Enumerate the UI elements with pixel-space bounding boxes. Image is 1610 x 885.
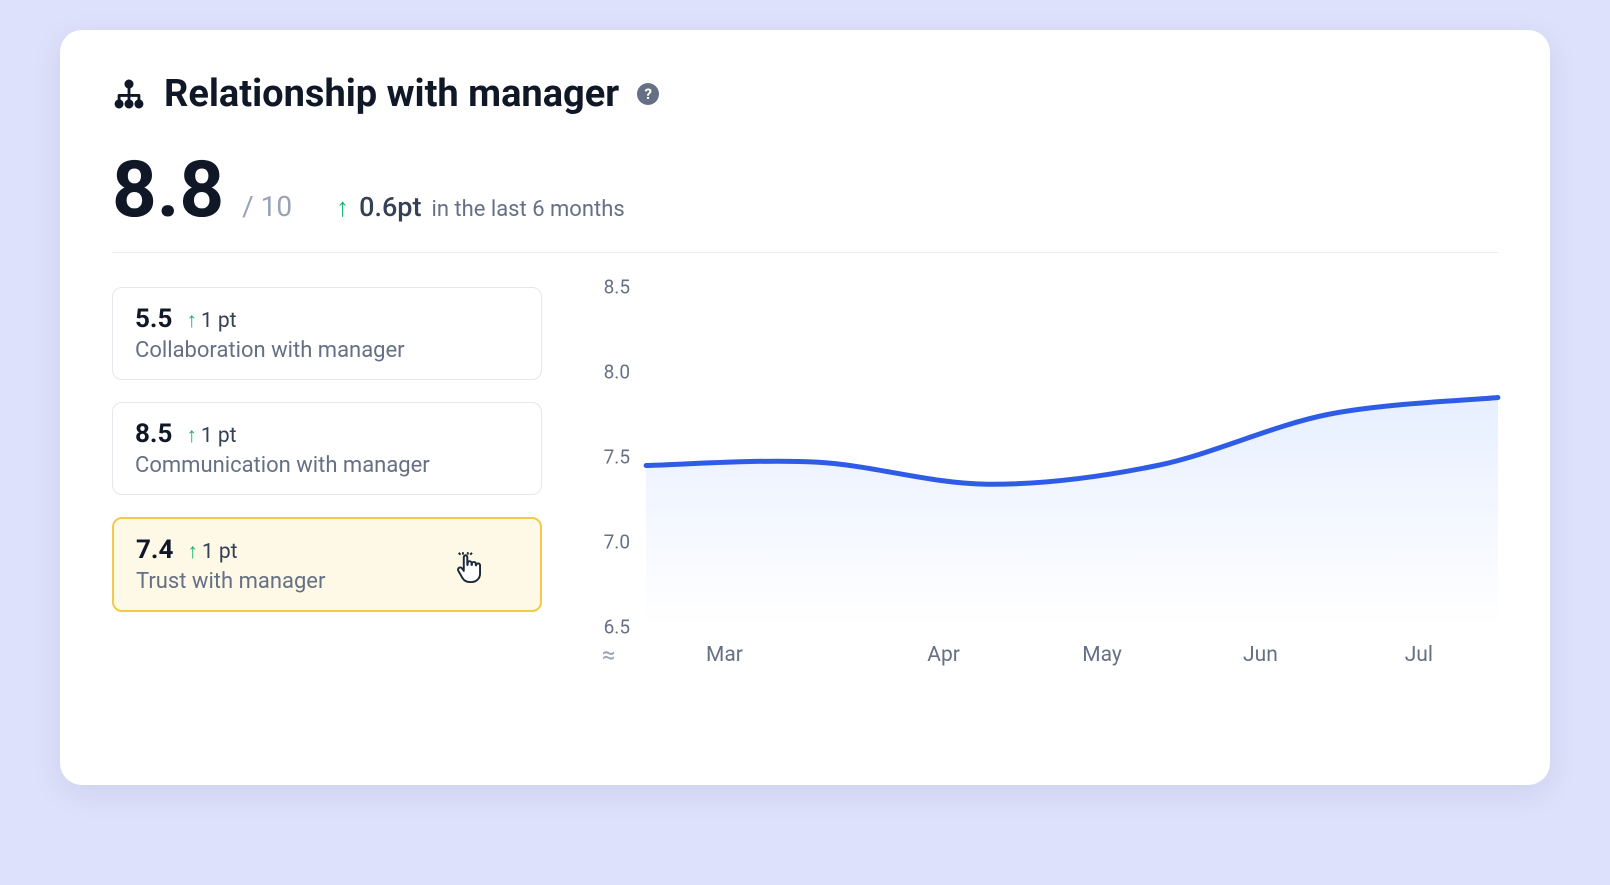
- axis-break-icon: ≈: [602, 641, 612, 669]
- metric-delta: ↑1 pt: [187, 540, 237, 564]
- metric-score: 5.5: [135, 304, 172, 334]
- hierarchy-icon: [112, 77, 146, 111]
- metric-label: Communication with manager: [135, 453, 519, 478]
- y-tick-label: 8.5: [604, 276, 630, 299]
- summary-delta-value: 0.6pt: [359, 191, 421, 223]
- arrow-up-icon: ↑: [187, 540, 198, 564]
- x-tick-label: Mar: [646, 643, 864, 667]
- chart-y-axis: 8.58.07.57.06.5: [582, 287, 636, 627]
- x-tick-label: Jul: [1340, 643, 1498, 667]
- sub-metric-trust[interactable]: 7.4 ↑1 pt Trust with manager: [112, 517, 542, 612]
- help-icon[interactable]: ?: [637, 83, 659, 105]
- arrow-up-icon: ↑: [336, 192, 349, 223]
- y-tick-label: 6.5: [604, 616, 630, 639]
- arrow-up-icon: ↑: [186, 309, 197, 333]
- metric-card-panel: Relationship with manager ? 8.8 / 10 ↑ 0…: [60, 30, 1550, 785]
- x-tick-label: Apr: [864, 643, 1022, 667]
- y-tick-label: 7.5: [604, 446, 630, 469]
- summary-score-max: / 10: [242, 190, 292, 223]
- x-tick-label: May: [1023, 643, 1181, 667]
- chart-plot-area: [646, 287, 1498, 627]
- chart-x-axis: MarAprMayJunJul: [646, 643, 1498, 667]
- sub-metric-communication[interactable]: 8.5 ↑1 pt Communication with manager: [112, 402, 542, 495]
- panel-title: Relationship with manager: [164, 72, 619, 116]
- panel-body: 5.5 ↑1 pt Collaboration with manager 8.5…: [112, 287, 1498, 755]
- summary-delta: ↑ 0.6pt in the last 6 months: [336, 191, 625, 223]
- trend-chart: 8.58.07.57.06.5 ≈ MarAprMayJunJul: [582, 287, 1498, 755]
- metric-label: Trust with manager: [136, 569, 518, 594]
- y-tick-label: 8.0: [604, 361, 630, 384]
- summary-score: 8.8: [112, 152, 224, 230]
- metric-label: Collaboration with manager: [135, 338, 519, 363]
- panel-header: Relationship with manager ?: [112, 72, 1498, 116]
- sub-metric-list: 5.5 ↑1 pt Collaboration with manager 8.5…: [112, 287, 542, 755]
- summary-delta-period: in the last 6 months: [431, 197, 624, 222]
- metric-delta: ↑1 pt: [186, 424, 236, 448]
- metric-score: 7.4: [136, 535, 173, 565]
- metric-delta: ↑1 pt: [186, 309, 236, 333]
- sub-metric-collaboration[interactable]: 5.5 ↑1 pt Collaboration with manager: [112, 287, 542, 380]
- x-tick-label: Jun: [1181, 643, 1339, 667]
- summary-score-row: 8.8 / 10 ↑ 0.6pt in the last 6 months: [112, 152, 1498, 253]
- arrow-up-icon: ↑: [186, 424, 197, 448]
- metric-score: 8.5: [135, 419, 172, 449]
- y-tick-label: 7.0: [604, 531, 630, 554]
